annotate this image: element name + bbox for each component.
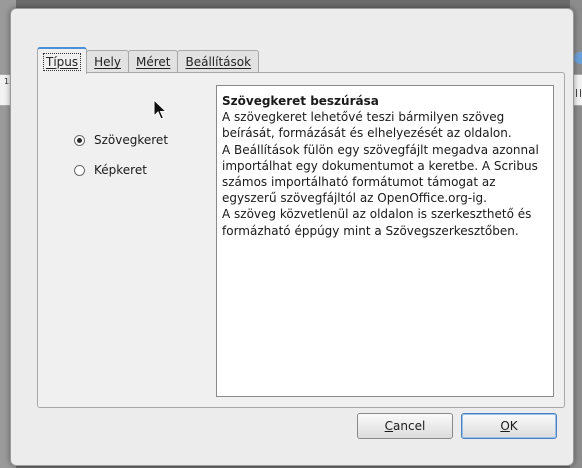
radio-indicator-checked[interactable] [74,134,85,146]
mouse-pointer-icon [153,99,168,120]
tab-settings[interactable]: Beállítások [177,50,260,73]
radio-text-frame[interactable]: Szövegkeret [74,133,168,147]
description-title: Szövegkeret beszúrása [222,94,379,108]
description-text: A szövegkeret lehetővé teszi bármilyen s… [222,110,539,238]
tab-size[interactable]: Méret [127,50,179,73]
cancel-button[interactable]: Cancel [357,413,453,439]
tab-type[interactable]: Típus [37,47,88,74]
tab-bar: Típus Hely Méret Beállítások [37,47,260,74]
radio-indicator[interactable] [74,164,85,176]
tab-position[interactable]: Hely [86,50,129,73]
radio-image-frame-label: Képkeret [94,163,147,177]
radio-image-frame[interactable]: Képkeret [74,163,147,177]
insert-frame-dialog: Típus Hely Méret Beállítások Szövegkeret… [10,8,574,466]
ok-button[interactable]: OK [461,413,557,439]
description-box: Szövegkeret beszúrása A szövegkeret lehe… [216,85,554,397]
tab-pane-type: Szövegkeret Képkeret Szövegkeret beszúrá… [37,72,565,408]
radio-text-frame-label: Szövegkeret [94,133,169,147]
background-indicator-icon [574,52,582,64]
